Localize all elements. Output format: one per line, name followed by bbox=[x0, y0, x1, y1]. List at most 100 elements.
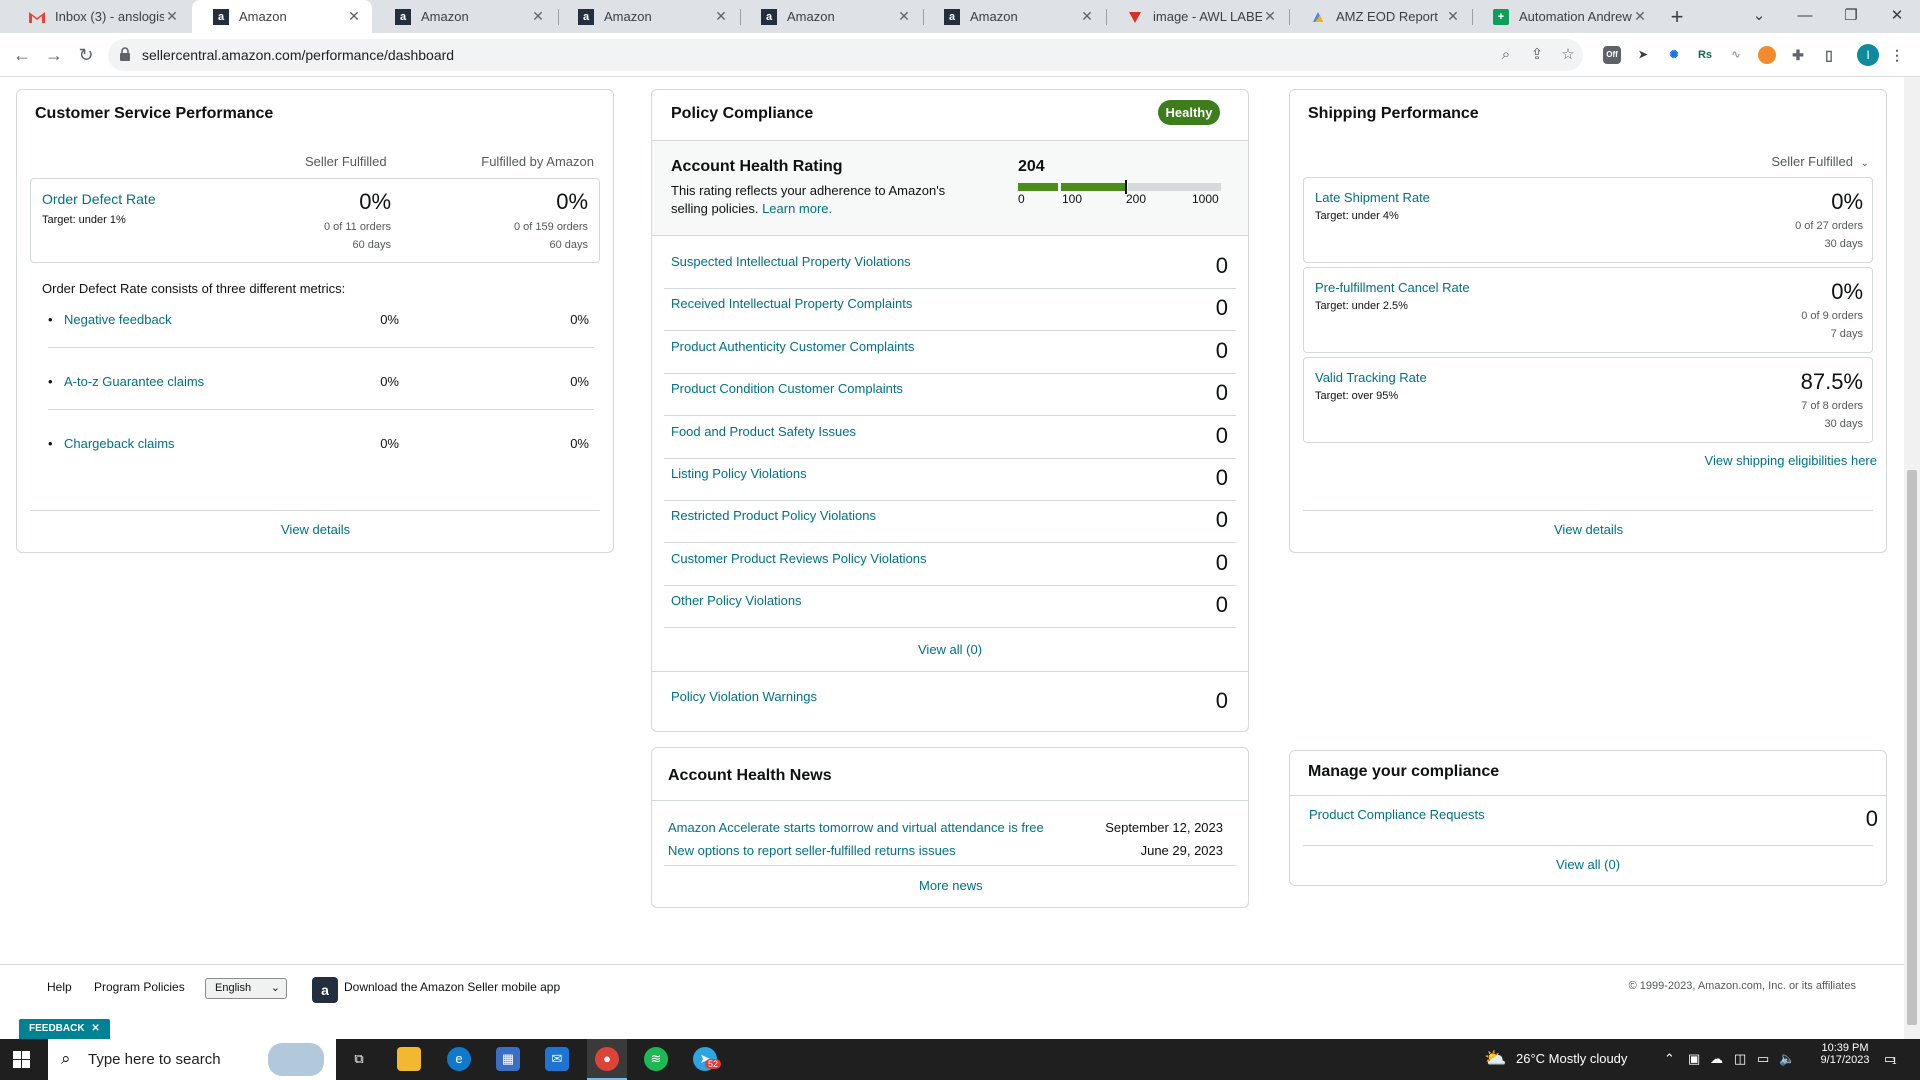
close-tab-icon[interactable]: ✕ bbox=[1079, 8, 1095, 25]
side-panel-icon[interactable]: ▯ bbox=[1820, 46, 1838, 64]
file-explorer-icon[interactable] bbox=[397, 1047, 421, 1071]
share-icon[interactable]: ⇪ bbox=[1528, 46, 1546, 64]
policy-row-link[interactable]: Customer Product Reviews Policy Violatio… bbox=[671, 551, 927, 566]
zoom-icon[interactable]: ⌕ bbox=[1497, 46, 1515, 64]
tray-camera-icon[interactable]: ◫ bbox=[1734, 1051, 1746, 1067]
close-tab-icon[interactable]: ✕ bbox=[1445, 8, 1461, 25]
close-tab-icon[interactable]: ✕ bbox=[164, 8, 180, 25]
tab-awl-label[interactable]: image - AWL LABEL ✕ bbox=[1106, 0, 1288, 33]
page-scrollbar-thumb[interactable] bbox=[1907, 470, 1917, 1025]
shipping-filter-dropdown[interactable]: Seller Fulfilled ⌄ bbox=[1771, 154, 1869, 169]
volume-icon[interactable]: 🔈 bbox=[1779, 1051, 1795, 1067]
compliance-view-all-link[interactable]: View all (0) bbox=[1556, 857, 1620, 872]
chargeback-claims-link[interactable]: Chargeback claims bbox=[64, 436, 175, 451]
menu-kebab-icon[interactable]: ⋮ bbox=[1888, 46, 1906, 64]
close-tab-icon[interactable]: ✕ bbox=[1262, 8, 1278, 25]
taskbar-search-box[interactable]: ⌕ Type here to search bbox=[48, 1039, 336, 1080]
extension-link-icon[interactable]: ∿ bbox=[1727, 46, 1745, 64]
late-shipment-rate-link[interactable]: Late Shipment Rate bbox=[1315, 190, 1430, 205]
tab-amazon-active[interactable]: a Amazon ✕ bbox=[192, 0, 372, 33]
close-tab-icon[interactable]: ✕ bbox=[530, 8, 546, 25]
footer-program-policies-link[interactable]: Program Policies bbox=[94, 980, 185, 994]
policy-row-link[interactable]: Restricted Product Policy Violations bbox=[671, 508, 876, 523]
close-tab-icon[interactable]: ✕ bbox=[713, 8, 729, 25]
tab-search-icon[interactable]: ⌄ bbox=[1736, 0, 1782, 33]
browser-tab-strip: Inbox (3) - anslogistics ✕ a Amazon ✕ a … bbox=[0, 0, 1920, 33]
microsoft-store-icon[interactable]: ▦ bbox=[496, 1047, 520, 1071]
profile-avatar[interactable]: I bbox=[1857, 44, 1879, 66]
pre-fulfillment-cancel-rate-link[interactable]: Pre-fulfillment Cancel Rate bbox=[1315, 280, 1470, 295]
bookmark-star-icon[interactable]: ☆ bbox=[1559, 46, 1577, 64]
task-view-icon[interactable]: ⧉ bbox=[347, 1047, 371, 1071]
negative-feedback-link[interactable]: Negative feedback bbox=[64, 312, 172, 327]
close-window-button[interactable]: ✕ bbox=[1874, 0, 1920, 33]
new-tab-button[interactable]: + bbox=[1663, 3, 1691, 31]
reload-icon[interactable]: ↻ bbox=[72, 41, 100, 69]
footer-help-link[interactable]: Help bbox=[47, 980, 72, 994]
policy-row-link[interactable]: Listing Policy Violations bbox=[671, 466, 807, 481]
weather-icon[interactable]: ⛅ bbox=[1484, 1048, 1506, 1069]
tab-automation-sheet[interactable]: + Automation Andrew N ✕ bbox=[1472, 0, 1658, 33]
product-compliance-requests-link[interactable]: Product Compliance Requests bbox=[1309, 807, 1485, 822]
tab-gmail[interactable]: Inbox (3) - anslogistics ✕ bbox=[8, 0, 190, 33]
news-item-link[interactable]: New options to report seller-fulfilled r… bbox=[668, 843, 956, 858]
tab-amz-eod-report[interactable]: AMZ EOD Report ✕ bbox=[1289, 0, 1471, 33]
mail-icon[interactable]: ✉ bbox=[545, 1047, 569, 1071]
download-app-link[interactable]: Download the Amazon Seller mobile app bbox=[344, 980, 560, 994]
onedrive-icon[interactable]: ☁ bbox=[1710, 1051, 1723, 1067]
close-tab-icon[interactable]: ✕ bbox=[896, 8, 912, 25]
chrome-taskbar-active[interactable]: ● bbox=[587, 1039, 627, 1080]
policy-row-link[interactable]: Other Policy Violations bbox=[671, 593, 802, 608]
bar-segment-200-1000 bbox=[1128, 183, 1221, 191]
windows-start-icon[interactable] bbox=[13, 1051, 30, 1073]
extension-rs-icon[interactable]: Rs bbox=[1696, 46, 1714, 64]
valid-tracking-rate-link[interactable]: Valid Tracking Rate bbox=[1315, 370, 1427, 385]
cursor-extension-icon[interactable]: ➤ bbox=[1634, 46, 1652, 64]
close-tab-icon[interactable]: ✕ bbox=[346, 8, 362, 25]
back-icon[interactable]: ← bbox=[8, 41, 36, 69]
odr-link[interactable]: Order Defect Rate bbox=[42, 191, 156, 207]
learn-more-link[interactable]: Learn more. bbox=[762, 201, 832, 216]
minimize-button[interactable]: — bbox=[1782, 0, 1828, 33]
tray-chevron-icon[interactable]: ⌃ bbox=[1664, 1051, 1675, 1067]
extensions-puzzle-icon[interactable]: ✚ bbox=[1789, 46, 1807, 64]
cs-view-details-link[interactable]: View details bbox=[281, 522, 350, 537]
more-news-link[interactable]: More news bbox=[919, 878, 983, 893]
weather-text[interactable]: 26°C Mostly cloudy bbox=[1516, 1051, 1627, 1066]
policy-view-all-link[interactable]: View all (0) bbox=[918, 642, 982, 657]
news-item-link[interactable]: Amazon Accelerate starts tomorrow and vi… bbox=[668, 820, 1044, 835]
language-select[interactable]: English ⌄ bbox=[205, 978, 287, 999]
close-tab-icon[interactable]: ✕ bbox=[1632, 8, 1648, 25]
policy-row-link[interactable]: Suspected Intellectual Property Violatio… bbox=[671, 254, 911, 269]
notification-center-icon[interactable]: ▭ 1 bbox=[1884, 1051, 1896, 1067]
extension-orange-icon[interactable] bbox=[1758, 46, 1776, 64]
feedback-button[interactable]: FEEDBACK ✕ bbox=[19, 1019, 110, 1039]
policy-row-count: 0 bbox=[1215, 465, 1228, 490]
extension-blue-icon[interactable]: ✺ bbox=[1665, 46, 1683, 64]
network-icon[interactable]: ▭ bbox=[1757, 1051, 1769, 1067]
tab-amazon[interactable]: a Amazon ✕ bbox=[374, 0, 556, 33]
clock[interactable]: 10:39 PM 9/17/2023 bbox=[1810, 1042, 1880, 1066]
spotify-icon[interactable]: ≋ bbox=[644, 1047, 668, 1071]
shipping-eligibilities-link[interactable]: View shipping eligibilities here bbox=[1705, 453, 1877, 468]
edge-icon[interactable]: e bbox=[447, 1047, 471, 1071]
col-seller-fulfilled: Seller Fulfilled bbox=[305, 154, 387, 169]
maximize-button[interactable]: ❐ bbox=[1828, 0, 1874, 33]
amazon-app-icon[interactable]: a bbox=[312, 977, 338, 1003]
policy-row-link[interactable]: Received Intellectual Property Complaint… bbox=[671, 296, 912, 311]
policy-row-link[interactable]: Food and Product Safety Issues bbox=[671, 424, 856, 439]
shipping-view-details-link[interactable]: View details bbox=[1554, 522, 1623, 537]
atoz-claims-link[interactable]: A-to-z Guarantee claims bbox=[64, 374, 204, 389]
tab-amazon[interactable]: a Amazon ✕ bbox=[923, 0, 1105, 33]
tab-amazon[interactable]: a Amazon ✕ bbox=[557, 0, 739, 33]
policy-row-link[interactable]: Product Condition Customer Complaints bbox=[671, 381, 903, 396]
close-icon[interactable]: ✕ bbox=[91, 1023, 99, 1034]
tab-amazon[interactable]: a Amazon ✕ bbox=[740, 0, 922, 33]
metric-target: Target: under 2.5% bbox=[1315, 300, 1408, 312]
extension-off-icon[interactable]: Off bbox=[1603, 46, 1621, 64]
address-bar[interactable]: sellercentral.amazon.com/performance/das… bbox=[108, 39, 1583, 71]
forward-icon[interactable]: → bbox=[40, 41, 68, 69]
tray-app-icon[interactable]: ▣ bbox=[1688, 1051, 1700, 1067]
policy-warnings-link[interactable]: Policy Violation Warnings bbox=[671, 689, 817, 704]
policy-row-link[interactable]: Product Authenticity Customer Complaints bbox=[671, 339, 915, 354]
